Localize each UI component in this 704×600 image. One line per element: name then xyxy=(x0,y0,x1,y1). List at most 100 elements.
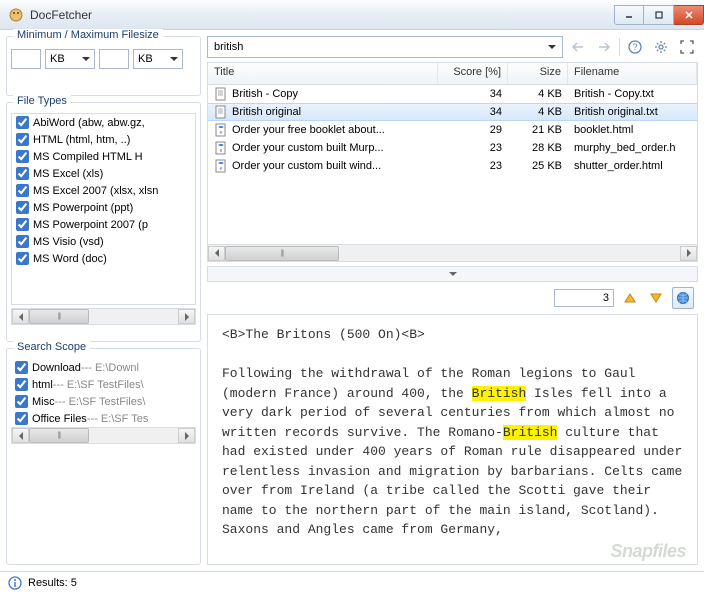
scroll-left-button[interactable] xyxy=(208,246,225,261)
scope-item[interactable]: Download --- E:\Downl xyxy=(11,359,196,376)
col-score[interactable]: Score [%] xyxy=(438,63,508,84)
scroll-right-button[interactable] xyxy=(178,428,195,443)
scope-name: Misc xyxy=(32,396,55,408)
scope-checkbox[interactable] xyxy=(15,378,28,391)
filetype-checkbox[interactable] xyxy=(16,235,29,248)
filetype-checkbox[interactable] xyxy=(16,150,29,163)
min-filesize-input[interactable] xyxy=(11,49,41,69)
filetype-item[interactable]: MS Powerpoint 2007 (p xyxy=(12,216,195,233)
filetypes-group-label: File Types xyxy=(13,95,71,107)
settings-button[interactable] xyxy=(650,36,672,58)
result-title: British original xyxy=(232,106,301,118)
help-button[interactable]: ? xyxy=(624,36,646,58)
highlight: British xyxy=(472,386,527,401)
scope-checkbox[interactable] xyxy=(15,412,28,425)
filetype-checkbox[interactable] xyxy=(16,167,29,180)
filetype-label: MS Powerpoint 2007 (p xyxy=(33,219,148,231)
filetype-item[interactable]: MS Powerpoint (ppt) xyxy=(12,199,195,216)
splitter-handle[interactable] xyxy=(207,266,698,282)
filesize-group: Minimum / Maximum Filesize KB KB xyxy=(6,36,201,96)
result-filename: booklet.html xyxy=(568,124,697,136)
scroll-left-button[interactable] xyxy=(12,428,29,443)
result-size: 4 KB xyxy=(508,106,568,118)
scroll-thumb[interactable]: ||| xyxy=(29,309,89,324)
result-row[interactable]: eOrder your custom built Murp... 23 28 K… xyxy=(208,139,697,157)
app-icon xyxy=(8,7,24,23)
search-scope-group: Search Scope Download --- E:\Downlhtml -… xyxy=(6,348,201,565)
filetype-checkbox[interactable] xyxy=(16,252,29,265)
col-title[interactable]: Title xyxy=(208,63,438,84)
filetype-label: MS Word (doc) xyxy=(33,253,107,265)
filetype-label: MS Visio (vsd) xyxy=(33,236,104,248)
search-scope-list[interactable]: Download --- E:\Downlhtml --- E:\SF Test… xyxy=(11,359,196,427)
scope-path: --- E:\SF TestFiles\ xyxy=(53,379,144,391)
result-row[interactable]: British original 34 4 KB British origina… xyxy=(208,103,697,121)
results-table[interactable]: Title Score [%] Size Filename British - … xyxy=(207,62,698,262)
result-size: 25 KB xyxy=(508,160,568,172)
filetypes-group: File Types AbiWord (abw, abw.gz,HTML (ht… xyxy=(6,102,201,342)
filetype-item[interactable]: MS Compiled HTML H xyxy=(12,148,195,165)
scroll-left-button[interactable] xyxy=(12,309,29,324)
result-score: 29 xyxy=(438,124,508,136)
scope-item[interactable]: html --- E:\SF TestFiles\ xyxy=(11,376,196,393)
filetype-item[interactable]: MS Excel (xls) xyxy=(12,165,195,182)
chevron-down-icon xyxy=(82,57,90,61)
filetypes-hscrollbar[interactable]: ||| xyxy=(11,308,196,325)
close-button[interactable] xyxy=(674,5,704,25)
filetype-checkbox[interactable] xyxy=(16,116,29,129)
scope-item[interactable]: Misc --- E:\SF TestFiles\ xyxy=(11,393,196,410)
results-hscrollbar[interactable]: ||| xyxy=(208,244,697,261)
scroll-right-button[interactable] xyxy=(178,309,195,324)
scroll-thumb[interactable]: ||| xyxy=(29,428,89,443)
result-row[interactable]: British - Copy 34 4 KB British - Copy.tx… xyxy=(208,85,697,103)
scroll-right-button[interactable] xyxy=(680,246,697,261)
maximize-button[interactable] xyxy=(644,5,674,25)
nav-back-button[interactable] xyxy=(567,36,589,58)
info-icon xyxy=(8,576,22,590)
scope-checkbox[interactable] xyxy=(15,395,28,408)
result-filename: British original.txt xyxy=(568,106,697,118)
col-filename[interactable]: Filename xyxy=(568,63,697,84)
search-combobox[interactable]: british xyxy=(207,36,563,58)
result-filename: shutter_order.html xyxy=(568,160,697,172)
scroll-thumb[interactable]: ||| xyxy=(225,246,339,261)
result-row[interactable]: eOrder your free booklet about... 29 21 … xyxy=(208,121,697,139)
svg-text:?: ? xyxy=(632,42,637,52)
filetype-checkbox[interactable] xyxy=(16,184,29,197)
txt-file-icon xyxy=(214,87,228,101)
filetype-checkbox[interactable] xyxy=(16,133,29,146)
filetype-checkbox[interactable] xyxy=(16,201,29,214)
result-row[interactable]: eOrder your custom built wind... 23 25 K… xyxy=(208,157,697,175)
results-header-row: Title Score [%] Size Filename xyxy=(208,63,697,85)
max-filesize-unit-select[interactable]: KB xyxy=(133,49,183,69)
min-filesize-unit-select[interactable]: KB xyxy=(45,49,95,69)
svg-text:e: e xyxy=(220,148,223,154)
max-filesize-input[interactable] xyxy=(99,49,129,69)
next-occurrence-button[interactable] xyxy=(646,288,666,308)
preview-pane[interactable]: <B>The Britons (500 On)<B>Following the … xyxy=(207,314,698,565)
prev-occurrence-button[interactable] xyxy=(620,288,640,308)
nav-forward-button[interactable] xyxy=(593,36,615,58)
fullscreen-button[interactable] xyxy=(676,36,698,58)
scope-hscrollbar[interactable]: ||| xyxy=(11,427,196,444)
filetype-item[interactable]: AbiWord (abw, abw.gz, xyxy=(12,114,195,131)
filetype-label: MS Powerpoint (ppt) xyxy=(33,202,133,214)
filesize-group-label: Minimum / Maximum Filesize xyxy=(13,29,163,41)
scope-item[interactable]: Office Files --- E:\SF Tes xyxy=(11,410,196,427)
html-file-icon: e xyxy=(214,123,228,137)
filetype-item[interactable]: MS Visio (vsd) xyxy=(12,233,195,250)
minimize-button[interactable] xyxy=(614,5,644,25)
filetype-label: HTML (html, htm, ..) xyxy=(33,134,130,146)
result-size: 21 KB xyxy=(508,124,568,136)
col-size[interactable]: Size xyxy=(508,63,568,84)
preview-toolbar: 3 xyxy=(207,286,698,310)
filetypes-list[interactable]: AbiWord (abw, abw.gz, HTML (html, htm, ..… xyxy=(11,113,196,305)
scope-checkbox[interactable] xyxy=(15,361,28,374)
filetype-item[interactable]: MS Word (doc) xyxy=(12,250,195,267)
filetype-checkbox[interactable] xyxy=(16,218,29,231)
filetype-item[interactable]: HTML (html, htm, ..) xyxy=(12,131,195,148)
filetype-item[interactable]: MS Excel 2007 (xlsx, xlsn xyxy=(12,182,195,199)
scope-name: Office Files xyxy=(32,413,87,425)
open-external-button[interactable] xyxy=(672,287,694,309)
html-file-icon: e xyxy=(214,159,228,173)
